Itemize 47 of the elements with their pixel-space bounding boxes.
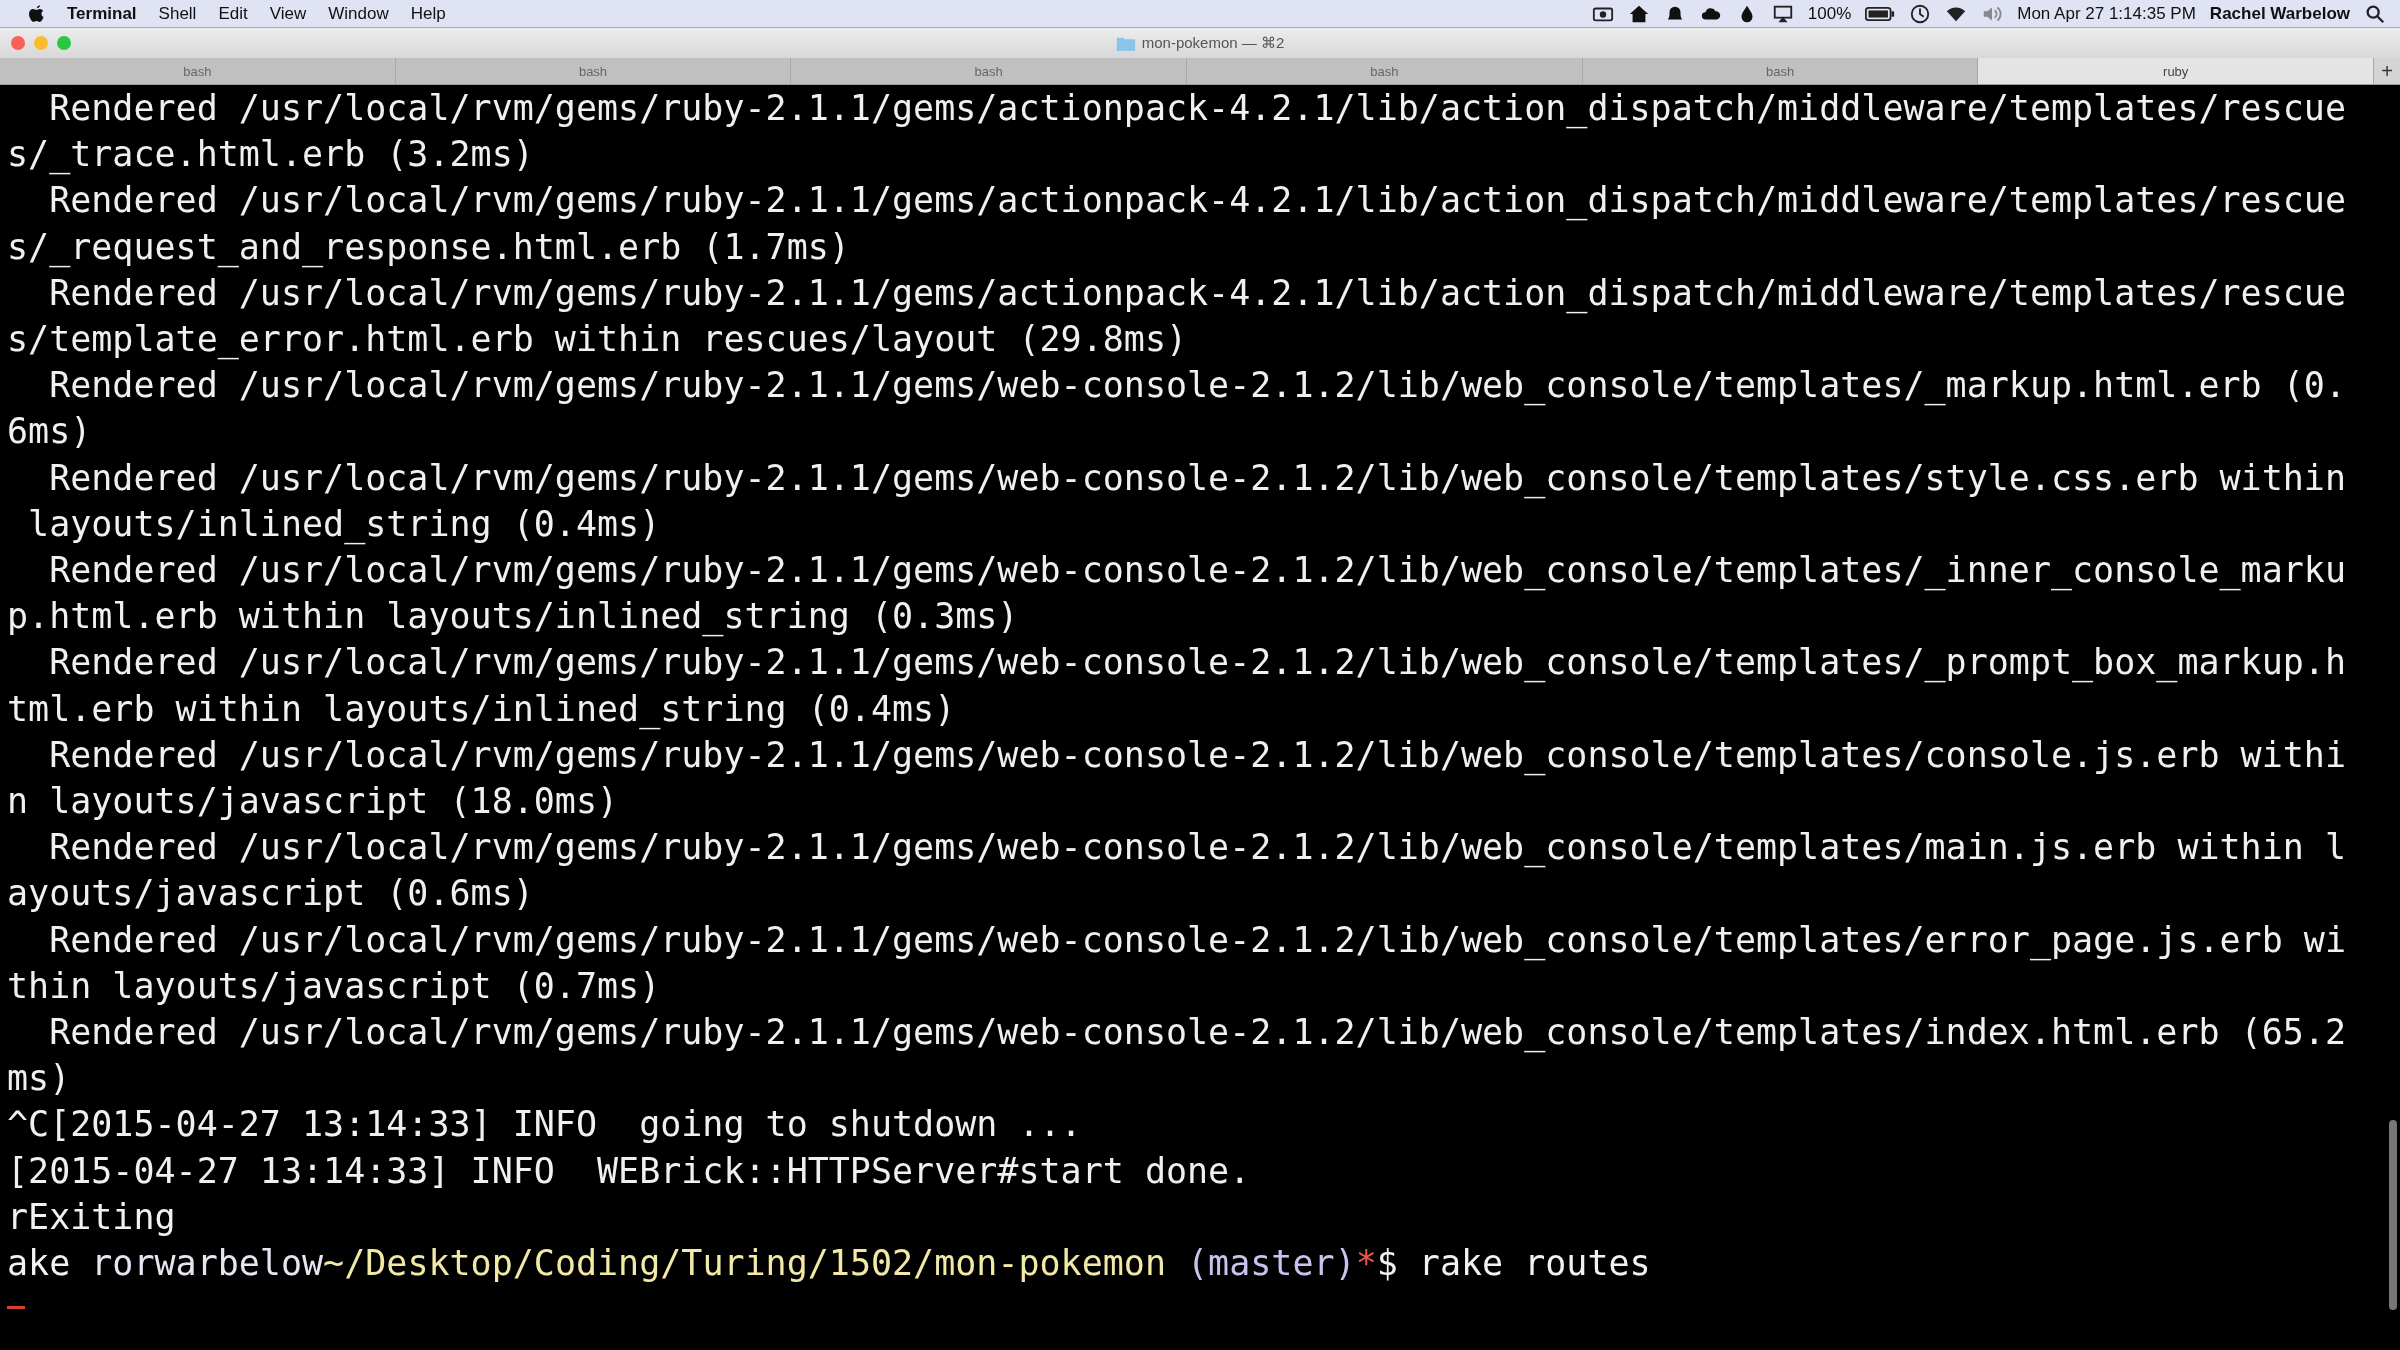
output-line: Rendered /usr/local/rvm/gems/ruby-2.1.1/gems/actionpack-4.2.1/lib/action_dispatch/middleware/templates/rescue bbox=[48, 179, 2346, 223]
output-line: s/_trace.html.erb (3.2ms) bbox=[7, 133, 534, 177]
prompt-text: rorwarbelow bbox=[91, 1243, 324, 1284]
clock-icon[interactable] bbox=[1909, 2, 1932, 25]
output-line: layouts/inlined_string (0.4ms) bbox=[27, 502, 661, 547]
new-tab-button[interactable]: + bbox=[2374, 58, 2400, 84]
output-line: s/template_error.html.erb within rescues/layout (29.8ms) bbox=[7, 318, 1188, 362]
output-line: Rendered /usr/local/rvm/gems/ruby-2.1.1/gems/web-console-2.1.2/lib/web_console/templates/console.js.erb withi bbox=[48, 733, 2346, 778]
output-line: 6ms) bbox=[7, 410, 92, 454]
scrollbar-thumb[interactable] bbox=[2389, 1120, 2397, 1310]
output-line: Rendered /usr/local/rvm/gems/ruby-2.1.1/gems/actionpack-4.2.1/lib/action_dispatch/middleware/templates/rescue bbox=[48, 271, 2346, 316]
output-line: ayouts/javascript (0.6ms) bbox=[7, 872, 534, 916]
menu-item[interactable]: View bbox=[269, 3, 307, 24]
output-line: Rendered /usr/local/rvm/gems/ruby-2.1.1/gems/web-console-2.1.2/lib/web_console/templates/main.js.erb within l bbox=[48, 826, 2346, 870]
prompt-text: $ rake routes bbox=[1376, 1243, 1651, 1284]
output-line: ms) bbox=[7, 1057, 71, 1101]
output-line: Rendered /usr/local/rvm/gems/ruby-2.1.1/gems/web-console-2.1.2/lib/web_console/templates/_markup.html.erb (0. bbox=[48, 364, 2346, 408]
menu-item[interactable]: Help bbox=[410, 3, 446, 24]
menu-item[interactable]: Edit bbox=[218, 3, 248, 24]
window-title: mon-pokemon — ⌘2 bbox=[1141, 34, 1285, 52]
prompt-text: ake bbox=[7, 1243, 72, 1284]
prompt-text: ~/Desktop/Coding/Turing/1502/mon-pokemon bbox=[323, 1243, 1166, 1284]
tab[interactable]: ruby bbox=[1978, 58, 2375, 84]
output-line: Rendered /usr/local/rvm/gems/ruby-2.1.1/gems/web-console-2.1.2/lib/web_console/templates/index.html.erb (65.2 bbox=[48, 1011, 2346, 1055]
apple-logo-icon[interactable] bbox=[28, 3, 45, 24]
output-line: tml.erb within layouts/inlined_string (0.4ms) bbox=[7, 687, 956, 732]
output-line: thin layouts/javascript (0.7ms) bbox=[7, 964, 661, 1008]
output-line: Rendered /usr/local/rvm/gems/ruby-2.1.1/gems/web-console-2.1.2/lib/web_console/templates/style.css.erb within bbox=[48, 456, 2346, 501]
output-line: [2015-04-27 13:14:33] INFO WEBrick::HTTPServer#start done. bbox=[7, 1149, 1251, 1193]
output-line: n layouts/javascript (18.0ms) bbox=[7, 780, 619, 824]
menu-item[interactable]: Shell bbox=[158, 3, 197, 24]
battery-percentage: 100% bbox=[1807, 3, 1852, 24]
output-line: Rendered /usr/local/rvm/gems/ruby-2.1.1/gems/web-console-2.1.2/lib/web_console/templates/_inner_console_marku bbox=[48, 549, 2346, 593]
user-name[interactable]: Rachel Warbelow bbox=[2209, 3, 2350, 24]
prompt-text: (master) bbox=[1186, 1243, 1356, 1284]
prompt-text: * bbox=[1355, 1243, 1377, 1284]
output-line: Rendered /usr/local/rvm/gems/ruby-2.1.1/gems/web-console-2.1.2/lib/web_console/templates/error_page.js.erb wi bbox=[48, 918, 2346, 963]
menu-bar-clock[interactable]: Mon Apr 27 1:14:35 PM bbox=[2017, 3, 2196, 24]
output-line: s/_request_and_response.html.erb (1.7ms) bbox=[7, 225, 850, 270]
output-line: Rendered /usr/local/rvm/gems/ruby-2.1.1/gems/actionpack-4.2.1/lib/action_dispatch/middleware/templates/rescue bbox=[48, 87, 2346, 131]
app-menu[interactable]: Terminal bbox=[67, 3, 137, 24]
output-line: Rendered /usr/local/rvm/gems/ruby-2.1.1/gems/web-console-2.1.2/lib/web_console/templates/_prompt_box_markup.h bbox=[48, 641, 2346, 685]
output-line: p.html.erb within layouts/inlined_string (0.3ms) bbox=[7, 595, 1019, 639]
menu-item[interactable]: Window bbox=[328, 3, 389, 24]
output-line: rExiting bbox=[7, 1195, 176, 1239]
cursor bbox=[7, 1306, 25, 1310]
output-line: ^C[2015-04-27 13:14:33] INFO going to shutdown ... bbox=[7, 1103, 1082, 1147]
